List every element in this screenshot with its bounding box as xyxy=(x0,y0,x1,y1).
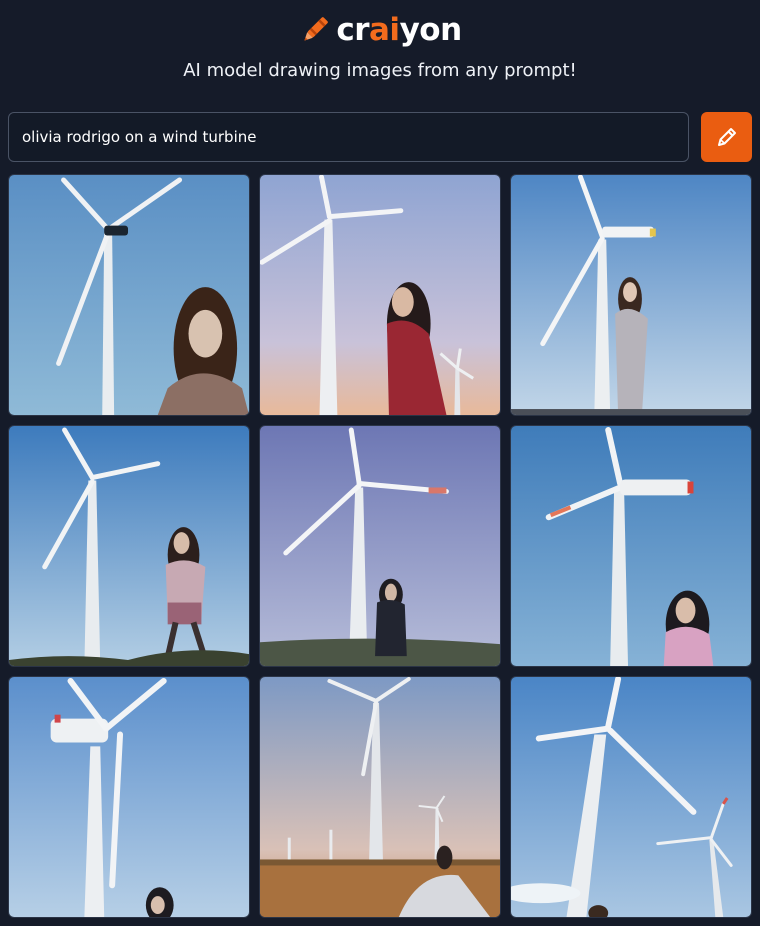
generated-image xyxy=(511,175,751,415)
generated-image xyxy=(511,677,751,917)
generated-image xyxy=(260,677,500,917)
crayon-icon xyxy=(304,17,329,41)
result-image[interactable] xyxy=(8,425,250,667)
prompt-input[interactable] xyxy=(8,112,689,162)
generated-image xyxy=(511,426,751,666)
generated-image xyxy=(260,426,500,666)
tagline: AI model drawing images from any prompt! xyxy=(183,60,577,81)
result-image[interactable] xyxy=(259,174,501,416)
draw-button[interactable] xyxy=(701,112,752,162)
result-image[interactable] xyxy=(8,174,250,416)
result-image[interactable] xyxy=(510,425,752,667)
generated-image xyxy=(260,175,500,415)
result-image[interactable] xyxy=(259,425,501,667)
logo-accent: ai xyxy=(369,12,400,48)
result-image[interactable] xyxy=(510,676,752,918)
logo[interactable]: craiyon xyxy=(0,8,760,52)
result-image[interactable] xyxy=(259,676,501,918)
pencil-icon xyxy=(717,128,736,146)
logo-text: craiyon xyxy=(336,12,462,48)
result-image[interactable] xyxy=(510,174,752,416)
result-image[interactable] xyxy=(8,676,250,918)
generated-image xyxy=(9,677,249,917)
results-grid xyxy=(8,174,752,919)
generated-image xyxy=(9,426,249,666)
generated-image xyxy=(9,175,249,415)
